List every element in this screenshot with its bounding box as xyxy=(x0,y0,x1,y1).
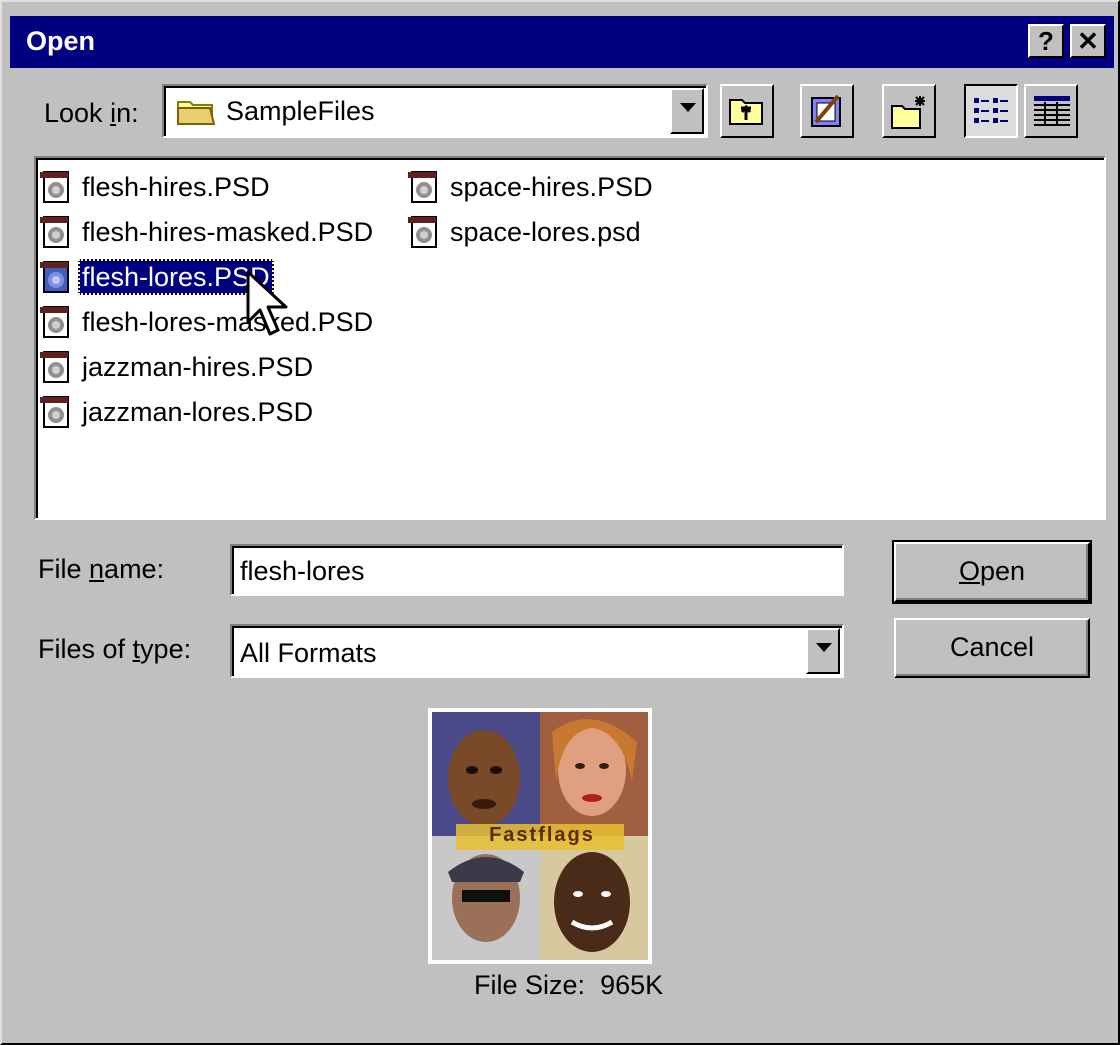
file-item[interactable]: jazzman-hires.PSD xyxy=(40,346,317,388)
file-name: jazzman-hires.PSD xyxy=(82,352,314,382)
file-size-label: File Size: xyxy=(474,970,586,1000)
details-view-icon xyxy=(1032,94,1072,133)
dialog-title: Open xyxy=(26,26,96,56)
file-name-input[interactable]: flesh-lores xyxy=(230,544,844,596)
psd-file-icon xyxy=(40,305,72,339)
psd-file-icon xyxy=(40,260,72,294)
psd-file-icon xyxy=(40,215,72,249)
file-name: flesh-hires-masked.PSD xyxy=(82,217,374,247)
cancel-button[interactable]: Cancel xyxy=(894,618,1090,678)
preview-logo-text: Fastflags xyxy=(489,824,595,846)
file-name: space-lores.psd xyxy=(450,217,641,247)
new-folder-icon xyxy=(890,92,930,135)
file-name: flesh-hires.PSD xyxy=(82,172,270,202)
up-one-level-button[interactable] xyxy=(720,84,774,138)
look-in-select[interactable]: SampleFiles xyxy=(162,84,708,138)
psd-file-icon xyxy=(40,350,72,384)
mouse-cursor-icon xyxy=(246,270,288,336)
look-in-favorites-button[interactable] xyxy=(800,84,854,138)
help-button[interactable]: ? xyxy=(1028,24,1064,58)
file-item[interactable]: flesh-lores-masked.PSD xyxy=(40,301,377,343)
psd-file-icon xyxy=(40,395,72,429)
file-size-value: 965K xyxy=(600,970,664,1000)
file-item[interactable]: flesh-hires.PSD xyxy=(40,166,274,208)
file-name: flesh-lores-masked.PSD xyxy=(82,307,374,337)
file-name: jazzman-lores.PSD xyxy=(82,397,314,427)
files-of-type-label: Files of type: xyxy=(38,634,192,664)
details-view-button[interactable] xyxy=(1024,84,1078,138)
files-of-type-select[interactable]: All Formats xyxy=(230,624,844,678)
files-of-type-dropdown-button[interactable] xyxy=(806,628,840,674)
file-name: flesh-lores.PSD xyxy=(78,259,274,295)
list-view-icon xyxy=(972,94,1012,133)
open-button[interactable]: Open xyxy=(892,540,1092,604)
psd-file-icon xyxy=(408,215,440,249)
look-in-value: SampleFiles xyxy=(226,96,375,126)
file-name-value[interactable]: flesh-lores xyxy=(240,556,365,587)
file-item[interactable]: jazzman-lores.PSD xyxy=(40,391,317,433)
look-in-favorites-icon xyxy=(808,92,846,135)
list-view-button[interactable] xyxy=(964,84,1018,138)
file-item[interactable]: space-lores.psd xyxy=(408,211,645,253)
file-name-label: File name: xyxy=(38,554,165,584)
up-one-level-icon xyxy=(728,94,766,133)
look-in-label: Look in: xyxy=(44,98,139,128)
file-item[interactable]: flesh-lores.PSD xyxy=(40,256,274,298)
preview-thumbnail: Fastflags xyxy=(428,708,652,964)
folder-icon xyxy=(176,96,216,131)
file-name: space-hires.PSD xyxy=(450,172,653,202)
new-folder-button[interactable] xyxy=(882,84,936,138)
file-item[interactable]: flesh-hires-masked.PSD xyxy=(40,211,377,253)
look-in-dropdown-button[interactable] xyxy=(670,88,704,134)
psd-file-icon xyxy=(408,170,440,204)
open-dialog: Open ? ✕ Look in: SampleFiles flesh-hire… xyxy=(0,0,1120,1045)
files-of-type-value: All Formats xyxy=(240,638,377,668)
title-bar[interactable]: Open ? ✕ xyxy=(10,16,1114,68)
close-button[interactable]: ✕ xyxy=(1070,24,1106,58)
file-item[interactable]: space-hires.PSD xyxy=(408,166,657,208)
file-size-info: File Size: 965K xyxy=(474,970,663,1001)
psd-file-icon xyxy=(40,170,72,204)
file-list[interactable]: flesh-hires.PSD flesh-hires-masked.PSD fle… xyxy=(34,156,1106,520)
